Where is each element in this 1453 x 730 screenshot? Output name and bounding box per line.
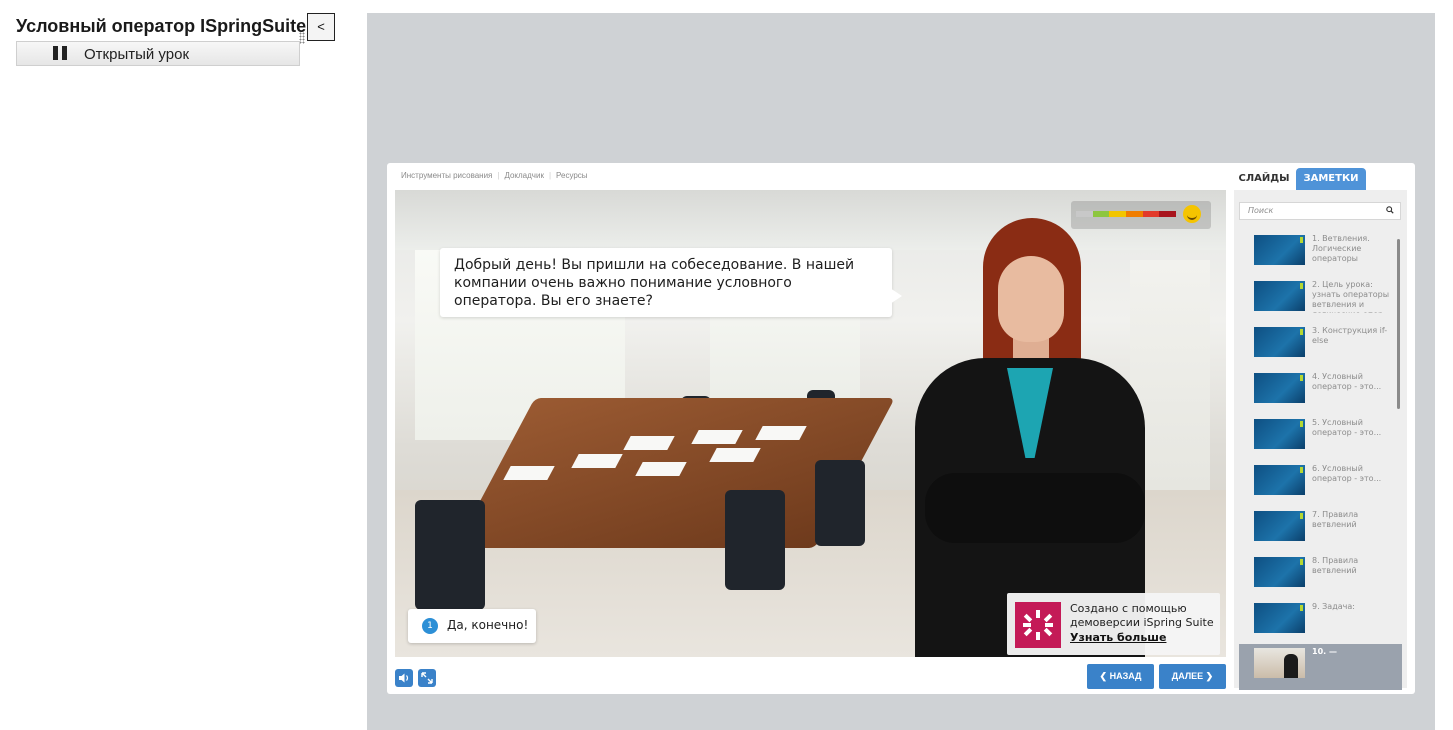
slide-thumbnail: [1254, 419, 1305, 449]
slide-stage: Добрый день! Вы пришли на собеседование.…: [395, 190, 1226, 657]
slide-thumbnail-item[interactable]: 4. Условный оператор - это...: [1239, 369, 1402, 415]
chair: [815, 460, 865, 546]
promo-line-1: Создано с помощью: [1070, 602, 1187, 615]
nav-presenter[interactable]: Докладчик: [504, 171, 543, 180]
chair: [725, 490, 785, 590]
top-nav: Инструменты рисования | Докладчик | Ресурсы: [401, 171, 588, 180]
sidebar-body: Поиск 1. Ветвления. Логические операторы…: [1234, 190, 1407, 690]
volume-icon: [399, 673, 409, 683]
slide-thumbnail: [1254, 511, 1305, 541]
nav-separator: |: [497, 171, 500, 180]
slide-thumbnail-item[interactable]: 7. Правила ветвлений: [1239, 507, 1402, 553]
nav-separator: |: [548, 171, 552, 180]
slides-sidebar: СЛАЙДЫ ЗАМЕТКИ Поиск 1. Ветвления. Логич…: [1234, 168, 1407, 690]
promo-line-2: демоверсии iSpring Suite: [1070, 616, 1214, 629]
search-input[interactable]: Поиск: [1239, 202, 1401, 220]
mood-segment: [1109, 211, 1127, 217]
presentation-player: Инструменты рисования | Докладчик | Ресурсы: [387, 163, 1415, 694]
mood-segment: [1092, 211, 1110, 217]
slide-title: 10. —: [1312, 647, 1337, 656]
mood-meter: [1071, 201, 1211, 229]
answer-number-badge: 1: [422, 618, 438, 634]
next-button[interactable]: ДАЛЕЕ ❯: [1159, 664, 1226, 689]
crossed-arms: [925, 473, 1145, 543]
viewer-area: Инструменты рисования | Докладчик | Ресурсы: [367, 13, 1435, 730]
slide-thumbnail: [1254, 373, 1305, 403]
collapse-button[interactable]: <: [307, 13, 335, 41]
slide-thumbnail-item[interactable]: 1. Ветвления. Логические операторы: [1239, 231, 1402, 277]
face: [998, 256, 1064, 342]
slide-thumbnail: [1254, 648, 1305, 678]
slide-title: 7. Правила ветвлений: [1312, 510, 1359, 529]
presenter-character: [895, 218, 1155, 657]
speech-bubble: Добрый день! Вы пришли на собеседование.…: [440, 248, 902, 317]
slide-list: 1. Ветвления. Логические операторы 2. Цел…: [1234, 231, 1407, 690]
slide-title: 5. Условный оператор - это...: [1312, 418, 1382, 437]
pause-icon[interactable]: [53, 46, 67, 60]
slide-thumbnail: [1254, 557, 1305, 587]
paper-sheet: [623, 436, 675, 450]
mood-segment: [1076, 211, 1093, 217]
slide-thumbnail-item[interactable]: 10. —: [1239, 644, 1402, 690]
paper-sheet: [691, 430, 743, 444]
search-icon[interactable]: [1386, 206, 1394, 214]
slide-thumbnail: [1254, 235, 1305, 265]
slide-list-scrollbar[interactable]: [1397, 239, 1400, 409]
answer-option[interactable]: 1 Да, конечно!: [408, 609, 536, 643]
lesson-item[interactable]: Открытый урок: [16, 41, 300, 66]
back-button[interactable]: ❮ НАЗАД: [1087, 664, 1154, 689]
mood-segment: [1126, 211, 1143, 217]
mood-bar: [1076, 211, 1177, 217]
slide-thumbnail-item[interactable]: 5. Условный оператор - это...: [1239, 415, 1402, 461]
paper-sheet: [571, 454, 623, 468]
paper-sheet: [709, 448, 761, 462]
lesson-title: Условный оператор ISpringSuite: [16, 16, 307, 36]
tab-slides[interactable]: СЛАЙДЫ: [1234, 168, 1294, 190]
slide-title: 6. Условный оператор - это...: [1312, 464, 1382, 483]
slide-thumbnail: [1254, 603, 1305, 633]
slide-thumbnail-item[interactable]: 3. Конструкция if-else: [1239, 323, 1402, 369]
nav-drawing-tools[interactable]: Инструменты рисования: [401, 171, 492, 180]
nav-resources[interactable]: Ресурсы: [556, 171, 588, 180]
slide-title: 2. Цель урока: узнать операторы ветвлени…: [1312, 280, 1391, 313]
slide-thumbnail: [1254, 465, 1305, 495]
smile-icon: [1183, 205, 1201, 223]
learn-more-link[interactable]: Узнать больше: [1070, 631, 1166, 644]
slide-thumbnail-item[interactable]: 8. Правила ветвлений: [1239, 553, 1402, 599]
paper-sheet: [503, 466, 555, 480]
slide-thumbnail-item[interactable]: 2. Цель урока: узнать операторы ветвлени…: [1239, 277, 1402, 323]
lesson-item-label: Открытый урок: [84, 46, 189, 63]
tab-notes[interactable]: ЗАМЕТКИ: [1296, 168, 1366, 190]
mood-segment: [1142, 211, 1160, 217]
demo-promo: Создано с помощью демоверсии iSpring Sui…: [1007, 593, 1220, 655]
mood-segment: [1159, 211, 1177, 217]
slide-title: 4. Условный оператор - это...: [1312, 372, 1382, 391]
slide-title: 8. Правила ветвлений: [1312, 556, 1359, 575]
paper-sheet: [635, 462, 687, 476]
slide-title: 9. Задача:: [1312, 602, 1355, 611]
fullscreen-button[interactable]: [418, 669, 436, 687]
paper-sheet: [755, 426, 807, 440]
slide-title: 1. Ветвления. Логические операторы: [1312, 234, 1370, 263]
volume-button[interactable]: [395, 669, 413, 687]
answer-text: Да, конечно!: [447, 618, 529, 632]
slide-thumbnail-item[interactable]: 9. Задача:: [1239, 599, 1402, 645]
ispring-logo-icon: [1015, 602, 1061, 648]
chair: [415, 500, 485, 610]
fullscreen-icon: [421, 672, 433, 684]
search-placeholder: Поиск: [1248, 206, 1274, 215]
slide-thumbnail: [1254, 327, 1305, 357]
slide-thumbnail: [1254, 281, 1305, 311]
slide-title: 3. Конструкция if-else: [1312, 326, 1388, 345]
slide-thumbnail-item[interactable]: 6. Условный оператор - это...: [1239, 461, 1402, 507]
